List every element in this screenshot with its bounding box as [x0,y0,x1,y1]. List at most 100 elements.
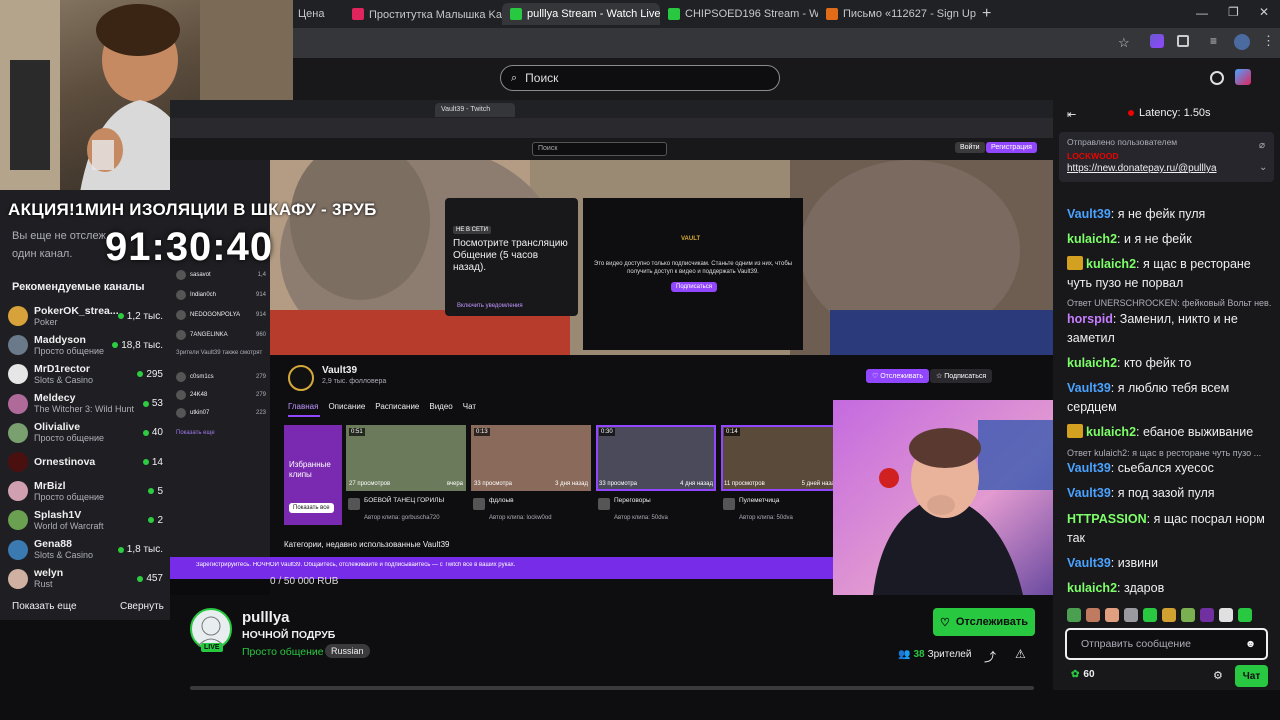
chat-input[interactable]: Отправить сообщение ☻ [1065,628,1268,660]
inner-search: Поиск [532,142,667,156]
chat-username[interactable]: Vault39 [1067,207,1111,221]
playlist-icon[interactable]: ≡ [1210,34,1217,48]
new-tab-button[interactable]: + [982,5,991,23]
extensions-puzzle-icon[interactable] [1177,35,1189,47]
chat-settings-icon[interactable]: ⚙ [1213,669,1223,682]
chat-username[interactable]: kulaich2 [1086,257,1136,271]
sidebar-channel[interactable]: Olivialive Просто общение 40 [8,419,163,447]
sidebar-channel[interactable]: Gena88 Slots & Casino 1,8 тыс. [8,536,163,564]
clip-card: 0:13 33 просмотра 3 дня назад фдлоыв Авт… [471,425,591,535]
inner-followers: 2,9 тыс. фолловера [322,378,387,385]
emote-icon[interactable] [1086,608,1100,622]
browser-tab[interactable]: Письмо «112627 - Sign Up Ve✕ [818,3,976,25]
inner-item-name: 7ANGELINKA [190,332,228,338]
language-tag[interactable]: Russian [325,644,370,658]
sidebar-channel[interactable]: MrBizl Просто общение 5 [8,477,163,505]
sidebar-channel[interactable]: Maddyson Просто общение 18,8 тыс. [8,331,163,359]
inner-tab: Чат [462,402,477,411]
sidebar-channel[interactable]: Meldecy The Witcher 3: Wild Hunt 53 [8,390,163,418]
emote-icon[interactable] [1162,608,1176,622]
follow-button[interactable]: ♡ Отслеживать [933,608,1035,636]
channel-name[interactable]: pulllya [242,609,290,626]
sidebar-channel[interactable]: welyn Rust 457 [8,565,163,593]
inner-tab: Расписание [375,402,420,411]
profile-avatar[interactable] [1234,34,1250,50]
channel-game: The Witcher 3: Wild Hunt [34,404,135,415]
menu-kebab-icon[interactable]: ⋮ [1262,33,1275,49]
extension-icon[interactable] [1150,34,1164,48]
chat-username[interactable]: HTTPASSION [1067,512,1147,526]
inner-item-viewers: 914 [255,312,266,318]
star-icon[interactable]: ☆ [1118,35,1130,51]
emote-icon[interactable] [1143,608,1157,622]
maximize-button[interactable]: ❐ [1228,5,1239,19]
sidebar-channel[interactable]: Splash1V World of Warcraft 2 [8,506,163,534]
browser-tab-active[interactable]: pulllya Stream - Watch Live✕ [502,3,660,25]
chat-username[interactable]: Vault39 [1067,381,1111,395]
emote-icon[interactable] [1067,608,1081,622]
show-more-link[interactable]: Показать еще [12,601,77,612]
channel-avatar [8,364,28,385]
channel-points[interactable]: ✿ 60 [1071,669,1095,680]
viewers-text: 53 [151,398,163,410]
live-dot-icon [117,313,124,319]
chat-username[interactable]: horspid [1067,312,1113,326]
channel-viewers: 2 [148,515,163,526]
clips-promo: Избранные клипы Показать все [284,425,342,525]
browser-tab[interactable]: Проститутка Малышка Kate😏✕ [344,3,502,25]
viewers-text: 14 [151,456,163,468]
clip-author: Автор клипа: 50dva [739,515,793,521]
search-placeholder: Поиск [525,71,559,85]
emote-icon[interactable] [1200,608,1214,622]
channel-name: MrD1rector [34,362,91,375]
emote-icon[interactable] [1219,608,1233,622]
horizontal-scrollbar[interactable] [190,686,1034,690]
clip-card: 0:14 11 просмотров 5 дней назад Пулеметч… [721,425,841,535]
chat-collapse-icon[interactable]: ⇤ [1067,108,1076,121]
collapse-link[interactable]: Свернуть [120,601,164,612]
clip-duration: 0:30 [599,428,615,436]
search-input[interactable]: ⌕ Поиск [500,65,780,91]
chat-username[interactable]: kulaich2 [1067,581,1117,595]
category-link[interactable]: Просто общение [242,646,324,658]
report-icon[interactable]: ⚠ [1015,647,1026,661]
chat-message: HTTPASSION: я щас посрал норм так [1067,510,1272,548]
chat-username[interactable]: kulaich2 [1067,356,1117,370]
share-icon[interactable]: ⤴ [984,648,996,665]
channel-name: Splash1V [34,508,82,521]
video-player[interactable]: Vault39 - Twitch Поиск Войти Регистрация… [170,100,1053,595]
inner-avatar [176,290,186,300]
close-window-button[interactable]: ✕ [1259,5,1269,19]
sidebar-channel[interactable]: MrD1rector Slots & Casino 295 [8,360,163,388]
user-avatar[interactable] [1235,69,1251,85]
unpin-icon[interactable]: ⌀ [1259,140,1265,151]
pinned-link[interactable]: https://new.donatepay.ru/@pulllya [1067,163,1257,174]
chat-username[interactable]: kulaich2 [1067,232,1117,246]
notifications-icon[interactable] [1210,71,1224,85]
tab-favicon-icon [510,8,522,20]
chat-username[interactable]: kulaich2 [1086,425,1136,439]
sidebar-channel[interactable]: Ornestinova 14 [8,448,163,476]
inner-login-button: Войти [955,142,985,153]
chat-colon: : [1110,556,1118,570]
chat-username[interactable]: Vault39 [1067,486,1111,500]
minimize-button[interactable]: — [1196,6,1208,20]
chat-username[interactable]: Vault39 [1067,556,1111,570]
emote-icon[interactable] [1124,608,1138,622]
tab-label: Проститутка Малышка Kate😏 [369,8,502,21]
emote-icon[interactable] [1105,608,1119,622]
chat-colon: : [1110,486,1118,500]
channel-meta: Gena88 Slots & Casino [34,538,93,561]
chevron-down-icon[interactable]: ⌄ [1259,162,1267,173]
send-chat-button[interactable]: Чат [1235,665,1268,687]
browser-tab[interactable]: Цена [290,3,342,25]
inner-avatar [176,270,186,280]
emote-icon[interactable] [1181,608,1195,622]
emote-icon[interactable] [1238,608,1252,622]
chat-username[interactable]: Vault39 [1067,461,1111,475]
inner-active-tab: Vault39 - Twitch [435,103,515,117]
chat-colon: : [1146,512,1154,526]
emote-picker-icon[interactable]: ☻ [1245,638,1256,650]
browser-tab[interactable]: CHIPSOED196 Stream - Watch✕ [660,3,818,25]
sidebar-channel[interactable]: PokerOK_strea... Poker 1,2 тыс. [8,302,163,330]
